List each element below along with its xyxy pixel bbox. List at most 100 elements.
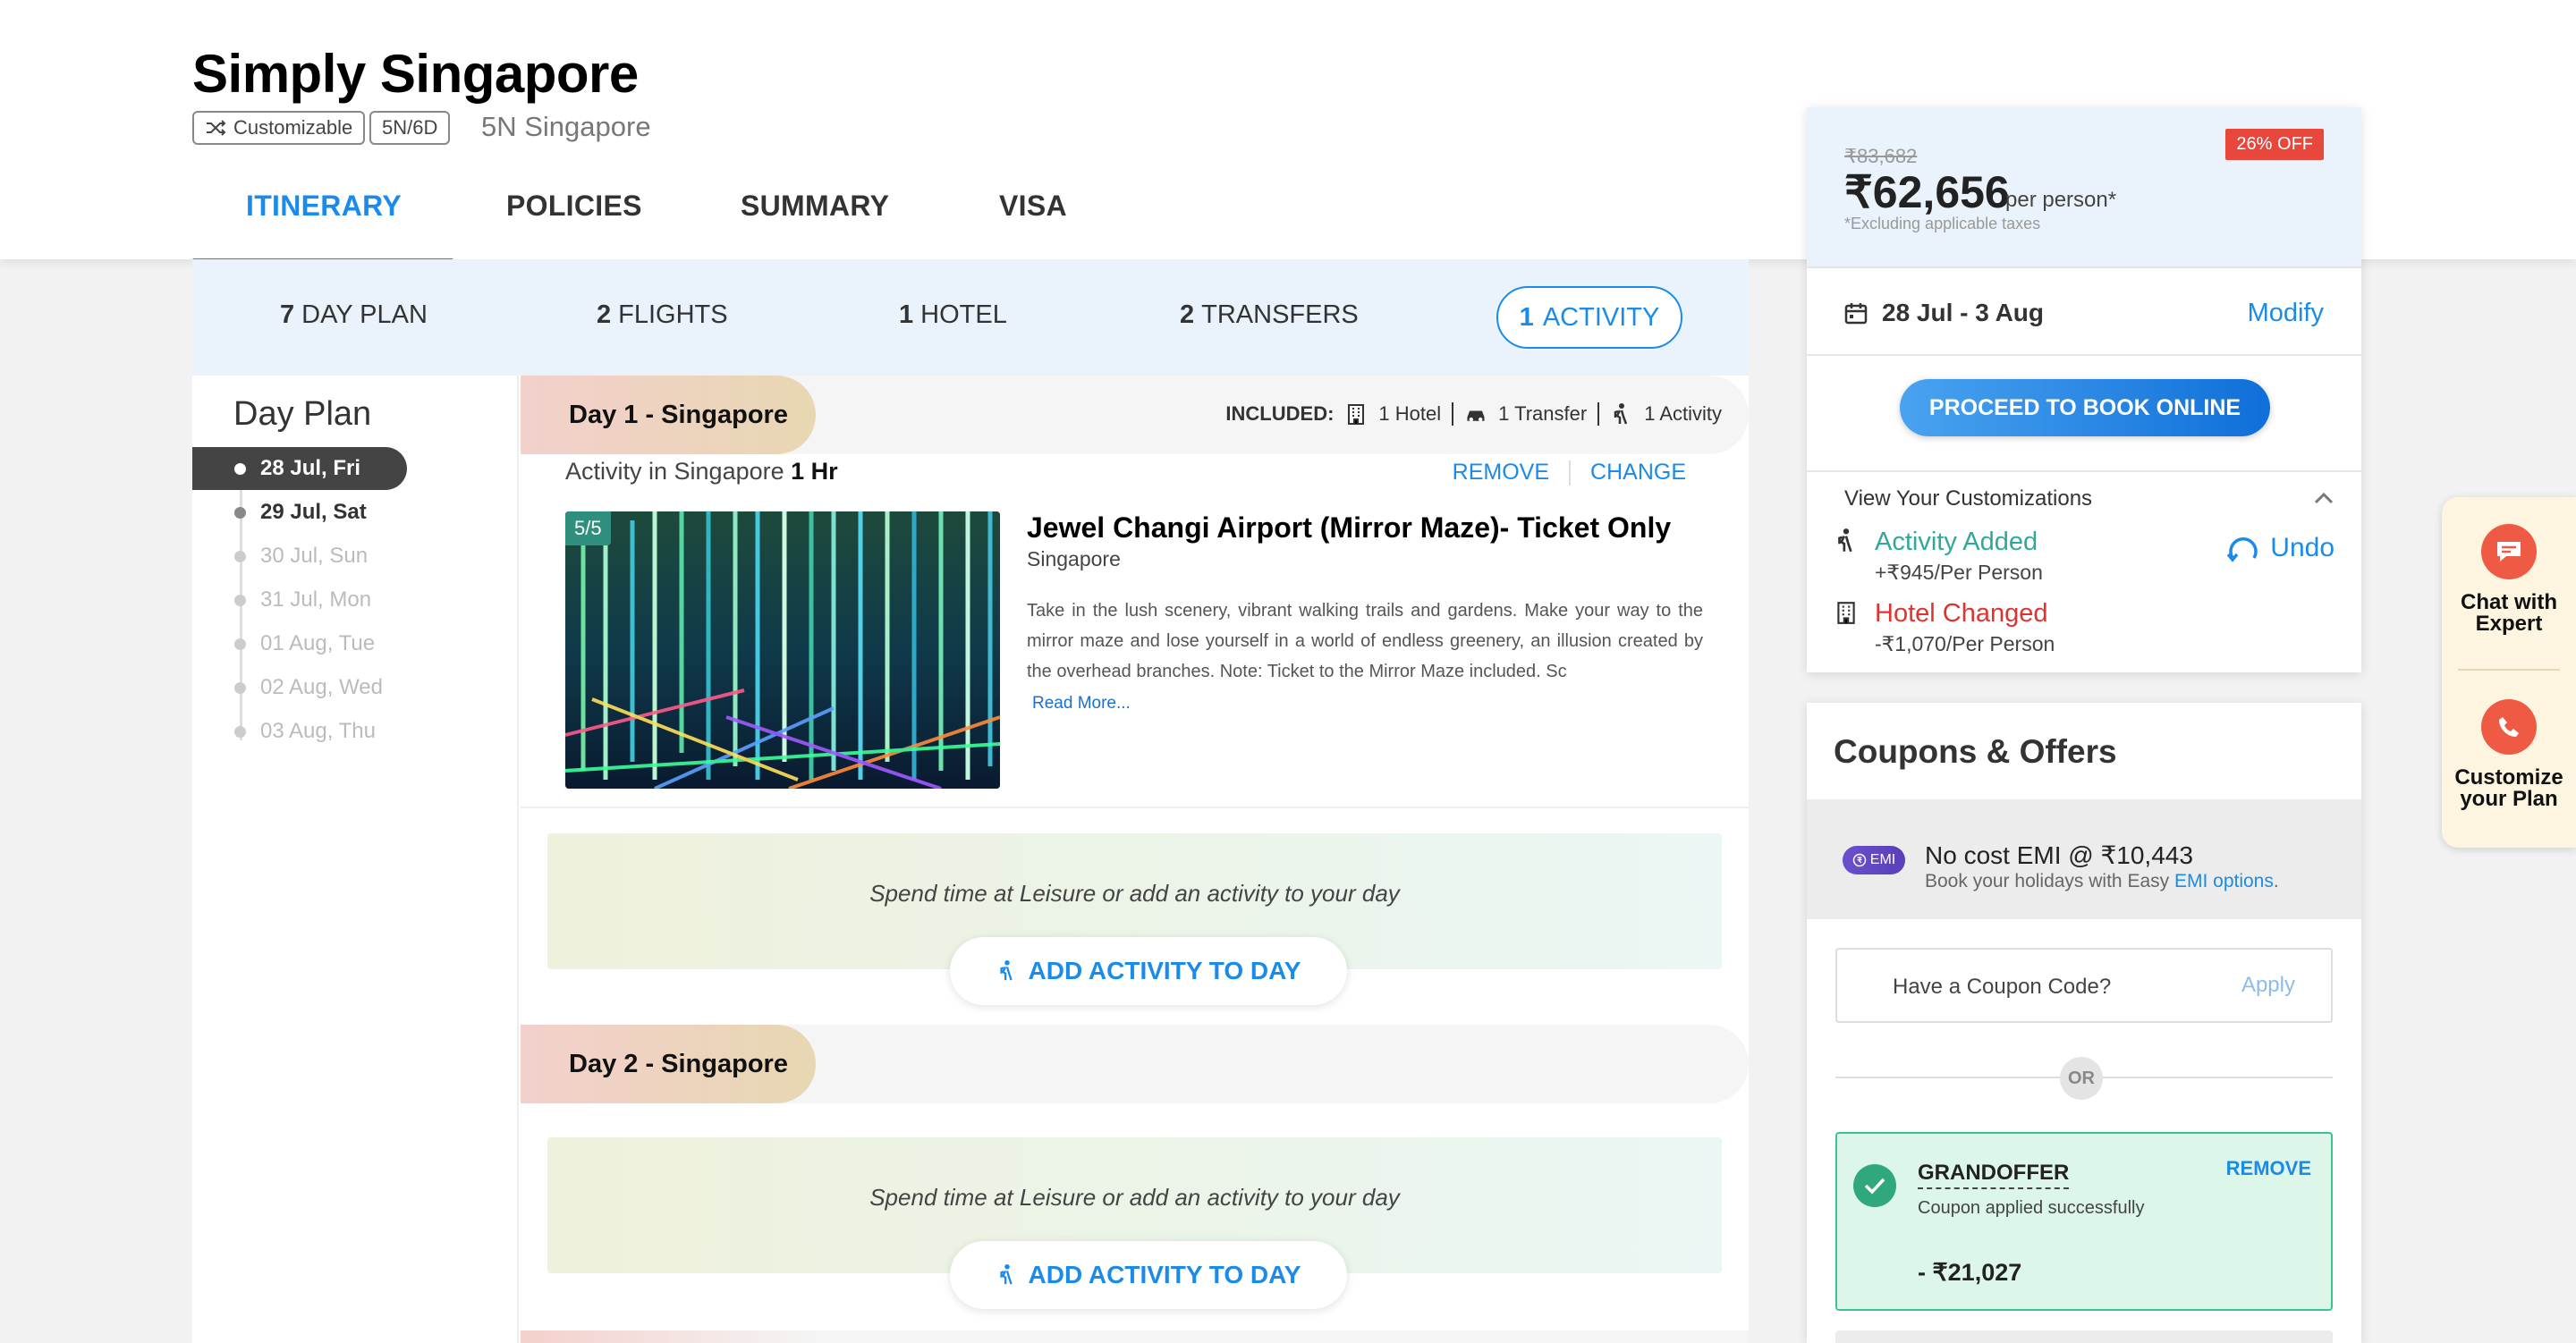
included-label: INCLUDED: (1225, 402, 1335, 425)
timeline-dot (234, 551, 246, 562)
coupon-code-input[interactable]: Have a Coupon Code? Apply (1835, 948, 2333, 1023)
chat-icon (2481, 524, 2537, 579)
current-price: ₹62,656 (1844, 167, 2010, 217)
modify-dates-link[interactable]: Modify (2248, 299, 2324, 328)
day-label: 30 Jul, Sun (260, 544, 369, 568)
day-item[interactable]: 28 Jul, Fri (192, 447, 407, 490)
destination-summary: 5N Singapore (481, 111, 651, 142)
hiker-icon (1838, 528, 1852, 553)
customize-plan-button[interactable]: Customize your Plan (2442, 699, 2576, 810)
read-more-link[interactable]: Read More... (1032, 694, 1131, 714)
summary-label: HOTEL (920, 300, 1007, 329)
divider (2458, 669, 2560, 671)
duration-label: 5N/6D (382, 116, 438, 139)
separator (1452, 402, 1454, 426)
applied-coupon: GRANDOFFER Coupon applied successfully R… (1835, 1132, 2333, 1311)
summary-count: 7 (280, 300, 295, 329)
day-header: Day 2 - Singapore (521, 1025, 1749, 1103)
add-activity-button[interactable]: ADD ACTIVITY TO DAY (950, 1241, 1347, 1309)
chevron-up-icon[interactable] (2313, 483, 2334, 511)
separator (1569, 460, 1572, 486)
day-item[interactable]: 29 Jul, Sat (192, 491, 407, 534)
leisure-text: Spend time at Leisure or add an activity… (869, 880, 1400, 907)
emi-title: No cost EMI @ ₹10,443 (1925, 841, 2193, 869)
itinerary-panel: 7 DAY PLAN 2 FLIGHTS 1 HOTEL 2 TRANSFERS 1 AC… (192, 259, 1749, 1343)
divider (1807, 470, 2361, 472)
tab-policies[interactable]: POLICIES (506, 190, 642, 223)
coupon-code: GRANDOFFER (1918, 1161, 2070, 1189)
customization-item: Activity Added +₹945/Per Person (1834, 528, 2043, 585)
separator (1597, 402, 1600, 426)
emi-offer[interactable]: EMI No cost EMI @ ₹10,443 Book your holi… (1807, 799, 2361, 919)
shuffle-icon (207, 120, 226, 136)
remove-activity-button[interactable]: REMOVE (1453, 460, 1549, 486)
customizable-label: Customizable (233, 116, 353, 139)
or-badge: OR (2060, 1057, 2103, 1100)
day-item[interactable]: 30 Jul, Sun (192, 535, 407, 578)
included-hotel: 1 Hotel (1378, 402, 1442, 425)
add-activity-button[interactable]: ADD ACTIVITY TO DAY (950, 937, 1347, 1005)
chat-with-expert-button[interactable]: Chat with Expert (2442, 524, 2576, 635)
timeline-dot (234, 507, 246, 519)
car-icon (1467, 410, 1485, 422)
timeline-dot (234, 682, 246, 694)
remove-coupon-button[interactable]: REMOVE (2226, 1157, 2311, 1180)
day-item[interactable]: 31 Jul, Mon (192, 579, 407, 621)
included-summary: INCLUDED: 1 Hotel 1 Transfer 1 Activity (1225, 402, 1722, 426)
coupon-placeholder: Have a Coupon Code? (1893, 975, 2112, 999)
floating-help-panel: Chat with Expert Customize your Plan (2442, 497, 2576, 848)
summary-label: DAY PLAN (301, 300, 428, 329)
activity-name[interactable]: Jewel Changi Airport (Mirror Maze)- Tick… (1027, 511, 1671, 545)
activity-location: Singapore (1027, 547, 1121, 570)
undo-button[interactable]: Undo (2225, 531, 2334, 565)
rupee-circle-icon (1852, 853, 1867, 867)
timeline-dot (234, 463, 246, 475)
customization-price: -₹1,070/Per Person (1875, 632, 2055, 655)
summary-flights[interactable]: 2 FLIGHTS (597, 300, 728, 330)
summary-label: FLIGHTS (618, 300, 728, 329)
tab-summary[interactable]: SUMMARY (741, 190, 889, 223)
add-activity-label: ADD ACTIVITY TO DAY (1028, 957, 1301, 984)
day-label: 01 Aug, Tue (260, 631, 376, 655)
customization-text: Activity Added +₹945/Per Person (1875, 528, 2043, 585)
travel-dates: 28 Jul - 3 Aug (1844, 299, 2044, 327)
view-customizations-toggle[interactable]: View Your Customizations (1844, 486, 2092, 511)
included-activity: 1 Activity (1644, 402, 1722, 425)
activity-image[interactable]: 5/5 (565, 511, 1000, 789)
proceed-to-book-button[interactable]: PROCEED TO BOOK ONLINE (1900, 379, 2270, 436)
day-item[interactable]: 02 Aug, Wed (192, 666, 407, 709)
mirror-maze-image (565, 511, 1000, 789)
day-item[interactable]: 01 Aug, Tue (192, 622, 407, 665)
day-plan-title: Day Plan (233, 395, 372, 433)
hiker-icon (999, 1264, 1013, 1285)
customization-price: +₹945/Per Person (1875, 561, 2043, 584)
hiker-icon (999, 960, 1013, 981)
customization-title: Activity Added (1875, 528, 2038, 556)
divider (1807, 354, 2361, 356)
day-label: Day 1 - Singapore (521, 376, 816, 454)
day-item[interactable]: 03 Aug, Thu (192, 710, 407, 753)
hotel-icon (1348, 404, 1365, 425)
image-counter: 5/5 (565, 511, 611, 545)
emi-subtitle-suffix: . (2273, 871, 2279, 891)
emi-badge: EMI (1843, 846, 1905, 874)
summary-activity[interactable]: 1 ACTIVITY (1496, 286, 1682, 349)
summary-transfers[interactable]: 2 TRANSFERS (1180, 300, 1359, 330)
emi-options-link[interactable]: EMI options (2174, 871, 2274, 891)
change-activity-button[interactable]: CHANGE (1590, 460, 1686, 486)
emi-subtitle-prefix: Book your holidays with Easy (1925, 871, 2174, 891)
hiker-icon (1614, 403, 1628, 425)
tab-itinerary[interactable]: ITINERARY (246, 190, 402, 223)
day-content: Day 1 - Singapore INCLUDED: 1 Hotel 1 Tr… (521, 376, 1749, 1343)
customization-text: Hotel Changed -₹1,070/Per Person (1875, 599, 2055, 656)
day-label: Day 2 - Singapore (521, 1025, 816, 1103)
customizable-tag: Customizable (192, 111, 366, 145)
apply-coupon-button[interactable]: Apply (2241, 973, 2295, 998)
summary-day-plan[interactable]: 7 DAY PLAN (280, 300, 428, 330)
undo-label: Undo (2270, 533, 2334, 562)
tab-visa[interactable]: VISA (999, 190, 1067, 223)
summary-hotel[interactable]: 1 HOTEL (899, 300, 1007, 330)
summary-count: 1 (1519, 302, 1534, 332)
activity-intro: Activity in Singapore (565, 458, 784, 485)
day-label: 28 Jul, Fri (260, 456, 361, 480)
